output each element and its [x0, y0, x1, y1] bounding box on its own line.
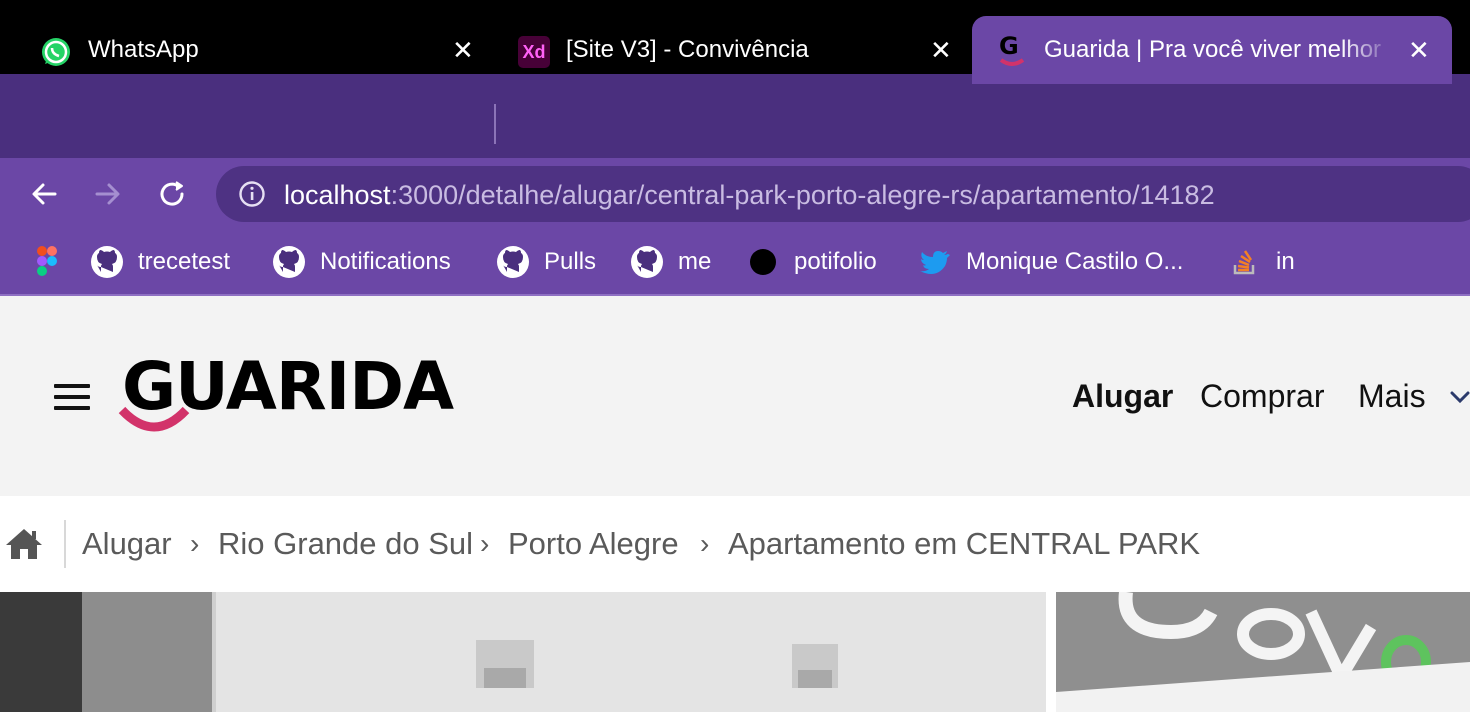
breadcrumb: Alugar › Rio Grande do Sul › Porto Alegr… [0, 496, 1470, 592]
bookmark-me[interactable]: me [630, 244, 711, 280]
home-icon[interactable] [4, 524, 44, 564]
tab-title: WhatsApp [88, 36, 199, 63]
breadcrumb-separator: › [480, 528, 490, 559]
site-header: GUARIDA Alugar Comprar Mais [0, 296, 1470, 496]
tab-convivencia[interactable]: Xd [Site V3] - Convivência ✕ [496, 16, 970, 84]
logo-smile-icon [118, 406, 190, 432]
close-tab-icon[interactable]: ✕ [452, 37, 474, 63]
bookmark-monique[interactable]: Monique Castilo O... [918, 244, 1183, 280]
site-info-icon[interactable] [238, 180, 266, 208]
bookmark-label: Pulls [544, 248, 597, 275]
reload-icon [160, 181, 184, 206]
menu-icon[interactable] [54, 384, 90, 410]
figma-icon [30, 245, 64, 279]
bookmark-in[interactable]: in [1228, 244, 1295, 280]
tab-guarida[interactable]: G Guarida | Pra você viver melhor ✕ [972, 16, 1452, 84]
property-gallery [0, 592, 1470, 712]
nav-alugar[interactable]: Alugar [1072, 378, 1173, 415]
guarida-g-icon: G [996, 32, 1028, 68]
chevron-down-icon[interactable] [1448, 388, 1470, 406]
bookmark-label: potifolio [794, 248, 877, 275]
bookmark-label: trecetest [138, 248, 231, 275]
svg-text:G: G [999, 32, 1019, 60]
back-arrow-icon [32, 183, 57, 205]
tab-whatsapp[interactable]: WhatsApp ✕ [0, 16, 494, 84]
browser-tabstrip [0, 74, 1470, 158]
bookmark-figma[interactable] [30, 244, 78, 280]
black-circle-icon [746, 245, 780, 279]
url-path: :3000/detalhe/alugar/central-park-porto-… [390, 180, 1215, 210]
adobe-xd-icon: Xd [518, 36, 550, 68]
nav-comprar[interactable]: Comprar [1200, 378, 1324, 415]
bookmark-pulls[interactable]: Pulls [496, 244, 596, 280]
url-text[interactable]: localhost:3000/detalhe/alugar/central-pa… [284, 180, 1215, 211]
breadcrumb-item[interactable]: Alugar [82, 526, 172, 562]
property-photo-secondary[interactable] [1056, 592, 1470, 712]
github-icon [630, 245, 664, 279]
bookmark-label: in [1276, 248, 1295, 275]
breadcrumb-item-current: Apartamento em CENTRAL PARK [728, 526, 1201, 561]
tab-title: [Site V3] - Convivência [566, 36, 809, 63]
breadcrumb-divider [64, 520, 66, 568]
breadcrumb-item[interactable]: Rio Grande do Sul [218, 526, 473, 562]
twitter-icon [918, 245, 952, 279]
web-page: GUARIDA Alugar Comprar Mais Alugar › Rio… [0, 296, 1470, 712]
address-bar[interactable]: localhost:3000/detalhe/alugar/central-pa… [216, 166, 1470, 222]
property-photo-main[interactable] [0, 592, 1046, 712]
browser-toolbar: localhost:3000/detalhe/alugar/central-pa… [0, 158, 1470, 230]
bookmark-notifications[interactable]: Notifications [272, 244, 451, 280]
url-host: localhost [284, 180, 391, 210]
breadcrumb-separator: › [190, 528, 200, 559]
github-icon [496, 245, 530, 279]
bookmark-label: Monique Castilo O... [966, 248, 1184, 275]
stackoverflow-icon [1228, 245, 1262, 279]
bookmark-label: me [678, 248, 712, 275]
bookmarks-bar: trecetest Notifications Pulls me potifol… [0, 230, 1470, 296]
close-tab-icon[interactable]: ✕ [930, 37, 952, 63]
github-icon [90, 245, 124, 279]
github-icon [272, 245, 306, 279]
reload-button[interactable] [150, 172, 194, 216]
bookmark-trecetest[interactable]: trecetest [90, 244, 230, 280]
forward-button[interactable] [86, 172, 130, 216]
nav-mais[interactable]: Mais [1358, 378, 1426, 415]
tab-divider [494, 104, 496, 144]
breadcrumb-separator: › [700, 528, 710, 559]
back-button[interactable] [22, 172, 66, 216]
bookmark-potifolio[interactable]: potifolio [746, 244, 877, 280]
breadcrumb-item[interactable]: Porto Alegre [508, 526, 679, 562]
tab-title: Guarida | Pra você viver melhor [1044, 36, 1382, 63]
forward-arrow-icon [95, 183, 120, 205]
whatsapp-icon [40, 36, 72, 68]
close-tab-icon[interactable]: ✕ [1408, 37, 1430, 63]
bookmark-label: Notifications [320, 248, 451, 275]
